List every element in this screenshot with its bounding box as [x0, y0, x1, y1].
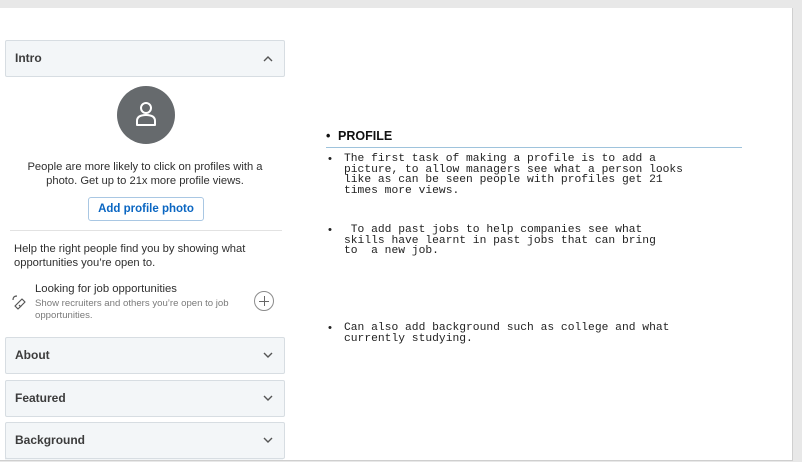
bullet-marker: •: [328, 153, 332, 165]
telescope-icon: [12, 295, 26, 310]
about-section-header[interactable]: About: [5, 337, 285, 374]
bullet-marker: •: [328, 322, 332, 334]
divider: [10, 230, 282, 231]
slide: Intro People are more likely to click on…: [0, 8, 793, 461]
bullet-text: To add past jobs to help companies see w…: [344, 224, 656, 258]
chevron-up-icon[interactable]: [263, 55, 273, 62]
avatar-placeholder[interactable]: [117, 86, 175, 144]
person-icon: [136, 102, 156, 126]
notes-area: • PROFILE • The first task of making a pr…: [320, 8, 790, 460]
next-section-edge: [5, 458, 283, 460]
featured-title: Featured: [15, 391, 66, 405]
photo-prompt-text: People are more likely to click on profi…: [27, 161, 263, 187]
chevron-down-icon[interactable]: [263, 437, 273, 444]
heading-underline: [326, 147, 742, 148]
profile-panel: Intro People are more likely to click on…: [5, 40, 285, 460]
bullet-marker: •: [326, 129, 331, 143]
background-section-header[interactable]: Background: [5, 422, 285, 459]
bullet-text: The first task of making a profile is to…: [344, 153, 683, 197]
bullet-text: Can also add background such as college …: [344, 322, 670, 345]
chevron-down-icon[interactable]: [263, 352, 273, 359]
job-opportunities-subtitle: Show recruiters and others you’re open t…: [35, 298, 229, 321]
chevron-down-icon[interactable]: [263, 395, 273, 402]
intro-title: Intro: [15, 51, 42, 65]
about-title: About: [15, 348, 50, 362]
background-title: Background: [15, 433, 86, 447]
heading-text: PROFILE: [338, 129, 393, 143]
notes-heading: • PROFILE: [326, 129, 392, 143]
add-profile-photo-button[interactable]: Add profile photo: [88, 197, 204, 221]
add-job-preferences-button[interactable]: [254, 291, 274, 311]
featured-section-header[interactable]: Featured: [5, 380, 285, 417]
intro-section-header[interactable]: Intro: [5, 40, 285, 77]
opportunities-help-text: Help the right people find you by showin…: [14, 243, 246, 269]
job-opportunities-title[interactable]: Looking for job opportunities: [35, 283, 177, 295]
bullet-marker: •: [328, 224, 332, 236]
